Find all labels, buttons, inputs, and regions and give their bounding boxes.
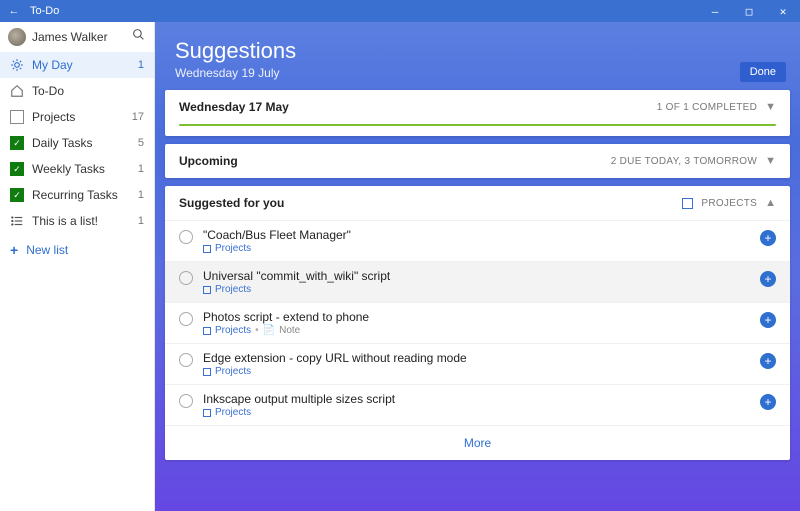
projects-icon bbox=[203, 245, 211, 253]
sidebar-item-daily-tasks[interactable]: Daily Tasks 5 bbox=[0, 130, 154, 156]
task-list-name: Projects bbox=[215, 243, 251, 254]
complete-circle[interactable] bbox=[179, 353, 193, 367]
add-task-button[interactable]: + bbox=[760, 230, 776, 246]
add-task-button[interactable]: + bbox=[760, 312, 776, 328]
task-title: Universal "commit_with_wiki" script bbox=[203, 269, 750, 283]
home-icon bbox=[10, 84, 24, 98]
progress-bar bbox=[179, 124, 776, 126]
plus-icon: + bbox=[10, 242, 18, 258]
sidebar-item-label: This is a list! bbox=[32, 214, 130, 228]
projects-icon bbox=[203, 286, 211, 294]
sidebar-item-label: My Day bbox=[32, 58, 130, 72]
new-list-label: New list bbox=[26, 243, 68, 257]
completed-meta: 1 OF 1 COMPLETED bbox=[657, 102, 757, 113]
complete-circle[interactable] bbox=[179, 230, 193, 244]
hero: Suggestions Wednesday 19 July Done bbox=[155, 22, 800, 90]
new-list-button[interactable]: + New list bbox=[0, 234, 154, 266]
sidebar-item-label: To-Do bbox=[32, 84, 136, 98]
projects-icon bbox=[203, 368, 211, 376]
title-bar: ← To-Do – □ ✕ bbox=[0, 0, 800, 22]
check-icon bbox=[10, 188, 24, 202]
completed-label: Wednesday 17 May bbox=[179, 100, 649, 114]
task-list-name: Projects bbox=[215, 284, 251, 295]
maximize-button[interactable]: □ bbox=[732, 5, 766, 18]
task-title: Inkscape output multiple sizes script bbox=[203, 392, 750, 406]
complete-circle[interactable] bbox=[179, 312, 193, 326]
sidebar-item-label: Recurring Tasks bbox=[32, 188, 130, 202]
task-title: Edge extension - copy URL without readin… bbox=[203, 351, 750, 365]
task-title: Photos script - extend to phone bbox=[203, 310, 750, 324]
task-list-name: Projects bbox=[215, 407, 251, 418]
chevron-down-icon: ▼ bbox=[765, 101, 776, 113]
sidebar-item-label: Projects bbox=[32, 110, 124, 124]
complete-circle[interactable] bbox=[179, 271, 193, 285]
task-row[interactable]: Edge extension - copy URL without readin… bbox=[165, 343, 790, 384]
add-task-button[interactable]: + bbox=[760, 394, 776, 410]
sidebar-item-weekly-tasks[interactable]: Weekly Tasks 1 bbox=[0, 156, 154, 182]
sidebar-item-count: 1 bbox=[138, 189, 144, 201]
sidebar-item-count: 1 bbox=[138, 163, 144, 175]
done-button[interactable]: Done bbox=[740, 62, 786, 82]
avatar bbox=[8, 28, 26, 46]
back-button[interactable]: ← bbox=[0, 5, 28, 17]
suggested-label: Suggested for you bbox=[179, 196, 674, 210]
suggested-meta: PROJECTS bbox=[701, 198, 757, 209]
projects-icon bbox=[203, 327, 211, 335]
upcoming-section: Upcoming 2 DUE TODAY, 3 TOMORROW ▼ bbox=[165, 144, 790, 178]
task-list-name: Projects bbox=[215, 325, 251, 336]
upcoming-label: Upcoming bbox=[179, 154, 603, 168]
nav-list: My Day 1 To-Do Projects 17 Daily Tasks 5 bbox=[0, 52, 154, 234]
completed-section: Wednesday 17 May 1 OF 1 COMPLETED ▼ bbox=[165, 90, 790, 136]
sidebar-item-projects[interactable]: Projects 17 bbox=[0, 104, 154, 130]
task-row[interactable]: Universal "commit_with_wiki" script Proj… bbox=[165, 261, 790, 302]
add-task-button[interactable]: + bbox=[760, 271, 776, 287]
task-row[interactable]: Inkscape output multiple sizes script Pr… bbox=[165, 384, 790, 425]
list-icon bbox=[10, 214, 24, 228]
add-task-button[interactable]: + bbox=[760, 353, 776, 369]
sun-icon bbox=[10, 58, 24, 72]
suggested-header[interactable]: Suggested for you PROJECTS ▲ bbox=[165, 186, 790, 220]
page-date: Wednesday 19 July bbox=[175, 66, 780, 80]
task-note: Note bbox=[279, 325, 300, 336]
task-row[interactable]: "Coach/Bus Fleet Manager" Projects + bbox=[165, 220, 790, 261]
sidebar-item-count: 1 bbox=[138, 59, 144, 71]
completed-header[interactable]: Wednesday 17 May 1 OF 1 COMPLETED ▼ bbox=[165, 90, 790, 124]
task-row[interactable]: Photos script - extend to phone Projects… bbox=[165, 302, 790, 343]
suggested-section: Suggested for you PROJECTS ▲ "Coach/Bus … bbox=[165, 186, 790, 460]
projects-icon bbox=[682, 198, 693, 209]
sidebar-item-count: 5 bbox=[138, 137, 144, 149]
upcoming-header[interactable]: Upcoming 2 DUE TODAY, 3 TOMORROW ▼ bbox=[165, 144, 790, 178]
sidebar-item-my-day[interactable]: My Day 1 bbox=[0, 52, 154, 78]
main-panel: Suggestions Wednesday 19 July Done Wedne… bbox=[155, 22, 800, 511]
sidebar-item-label: Weekly Tasks bbox=[32, 162, 130, 176]
upcoming-meta: 2 DUE TODAY, 3 TOMORROW bbox=[611, 156, 757, 167]
task-list-name: Projects bbox=[215, 366, 251, 377]
sidebar-item-recurring-tasks[interactable]: Recurring Tasks 1 bbox=[0, 182, 154, 208]
sidebar: James Walker My Day 1 To-Do bbox=[0, 22, 155, 511]
projects-icon bbox=[203, 409, 211, 417]
minimize-button[interactable]: – bbox=[698, 5, 732, 18]
window-title: To-Do bbox=[28, 5, 59, 17]
task-title: "Coach/Bus Fleet Manager" bbox=[203, 228, 750, 242]
check-icon bbox=[10, 162, 24, 176]
sidebar-item-count: 17 bbox=[132, 111, 144, 123]
sidebar-item-label: Daily Tasks bbox=[32, 136, 130, 150]
page-title: Suggestions bbox=[175, 38, 780, 64]
complete-circle[interactable] bbox=[179, 394, 193, 408]
search-icon[interactable] bbox=[130, 28, 146, 46]
user-name: James Walker bbox=[32, 30, 124, 44]
user-row[interactable]: James Walker bbox=[0, 22, 154, 52]
chevron-up-icon: ▲ bbox=[765, 197, 776, 209]
note-icon: 📄 bbox=[263, 325, 275, 336]
sidebar-item-count: 1 bbox=[138, 215, 144, 227]
sidebar-item-custom-list[interactable]: This is a list! 1 bbox=[0, 208, 154, 234]
check-icon bbox=[10, 136, 24, 150]
close-button[interactable]: ✕ bbox=[766, 5, 800, 18]
projects-icon bbox=[10, 110, 24, 124]
chevron-down-icon: ▼ bbox=[765, 155, 776, 167]
sidebar-item-todo[interactable]: To-Do bbox=[0, 78, 154, 104]
task-list: "Coach/Bus Fleet Manager" Projects + Uni… bbox=[165, 220, 790, 425]
more-button[interactable]: More bbox=[165, 425, 790, 460]
